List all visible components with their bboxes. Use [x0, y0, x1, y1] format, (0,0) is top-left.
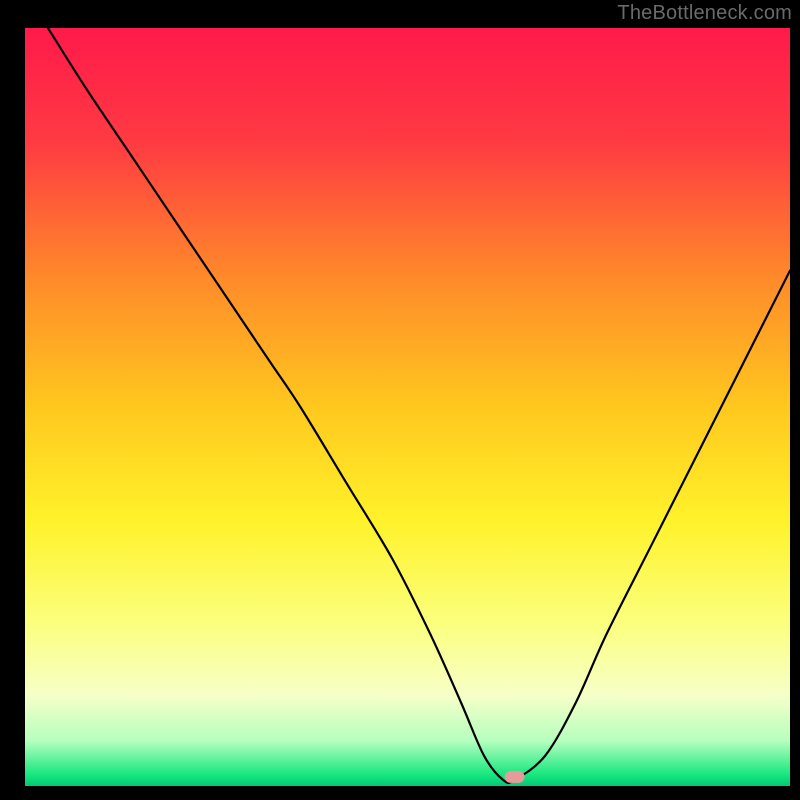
optimal-marker — [505, 771, 525, 783]
chart-frame: TheBottleneck.com — [0, 0, 800, 800]
watermark-label: TheBottleneck.com — [617, 2, 792, 25]
bottleneck-plot — [0, 0, 800, 800]
gradient-background — [25, 28, 790, 786]
